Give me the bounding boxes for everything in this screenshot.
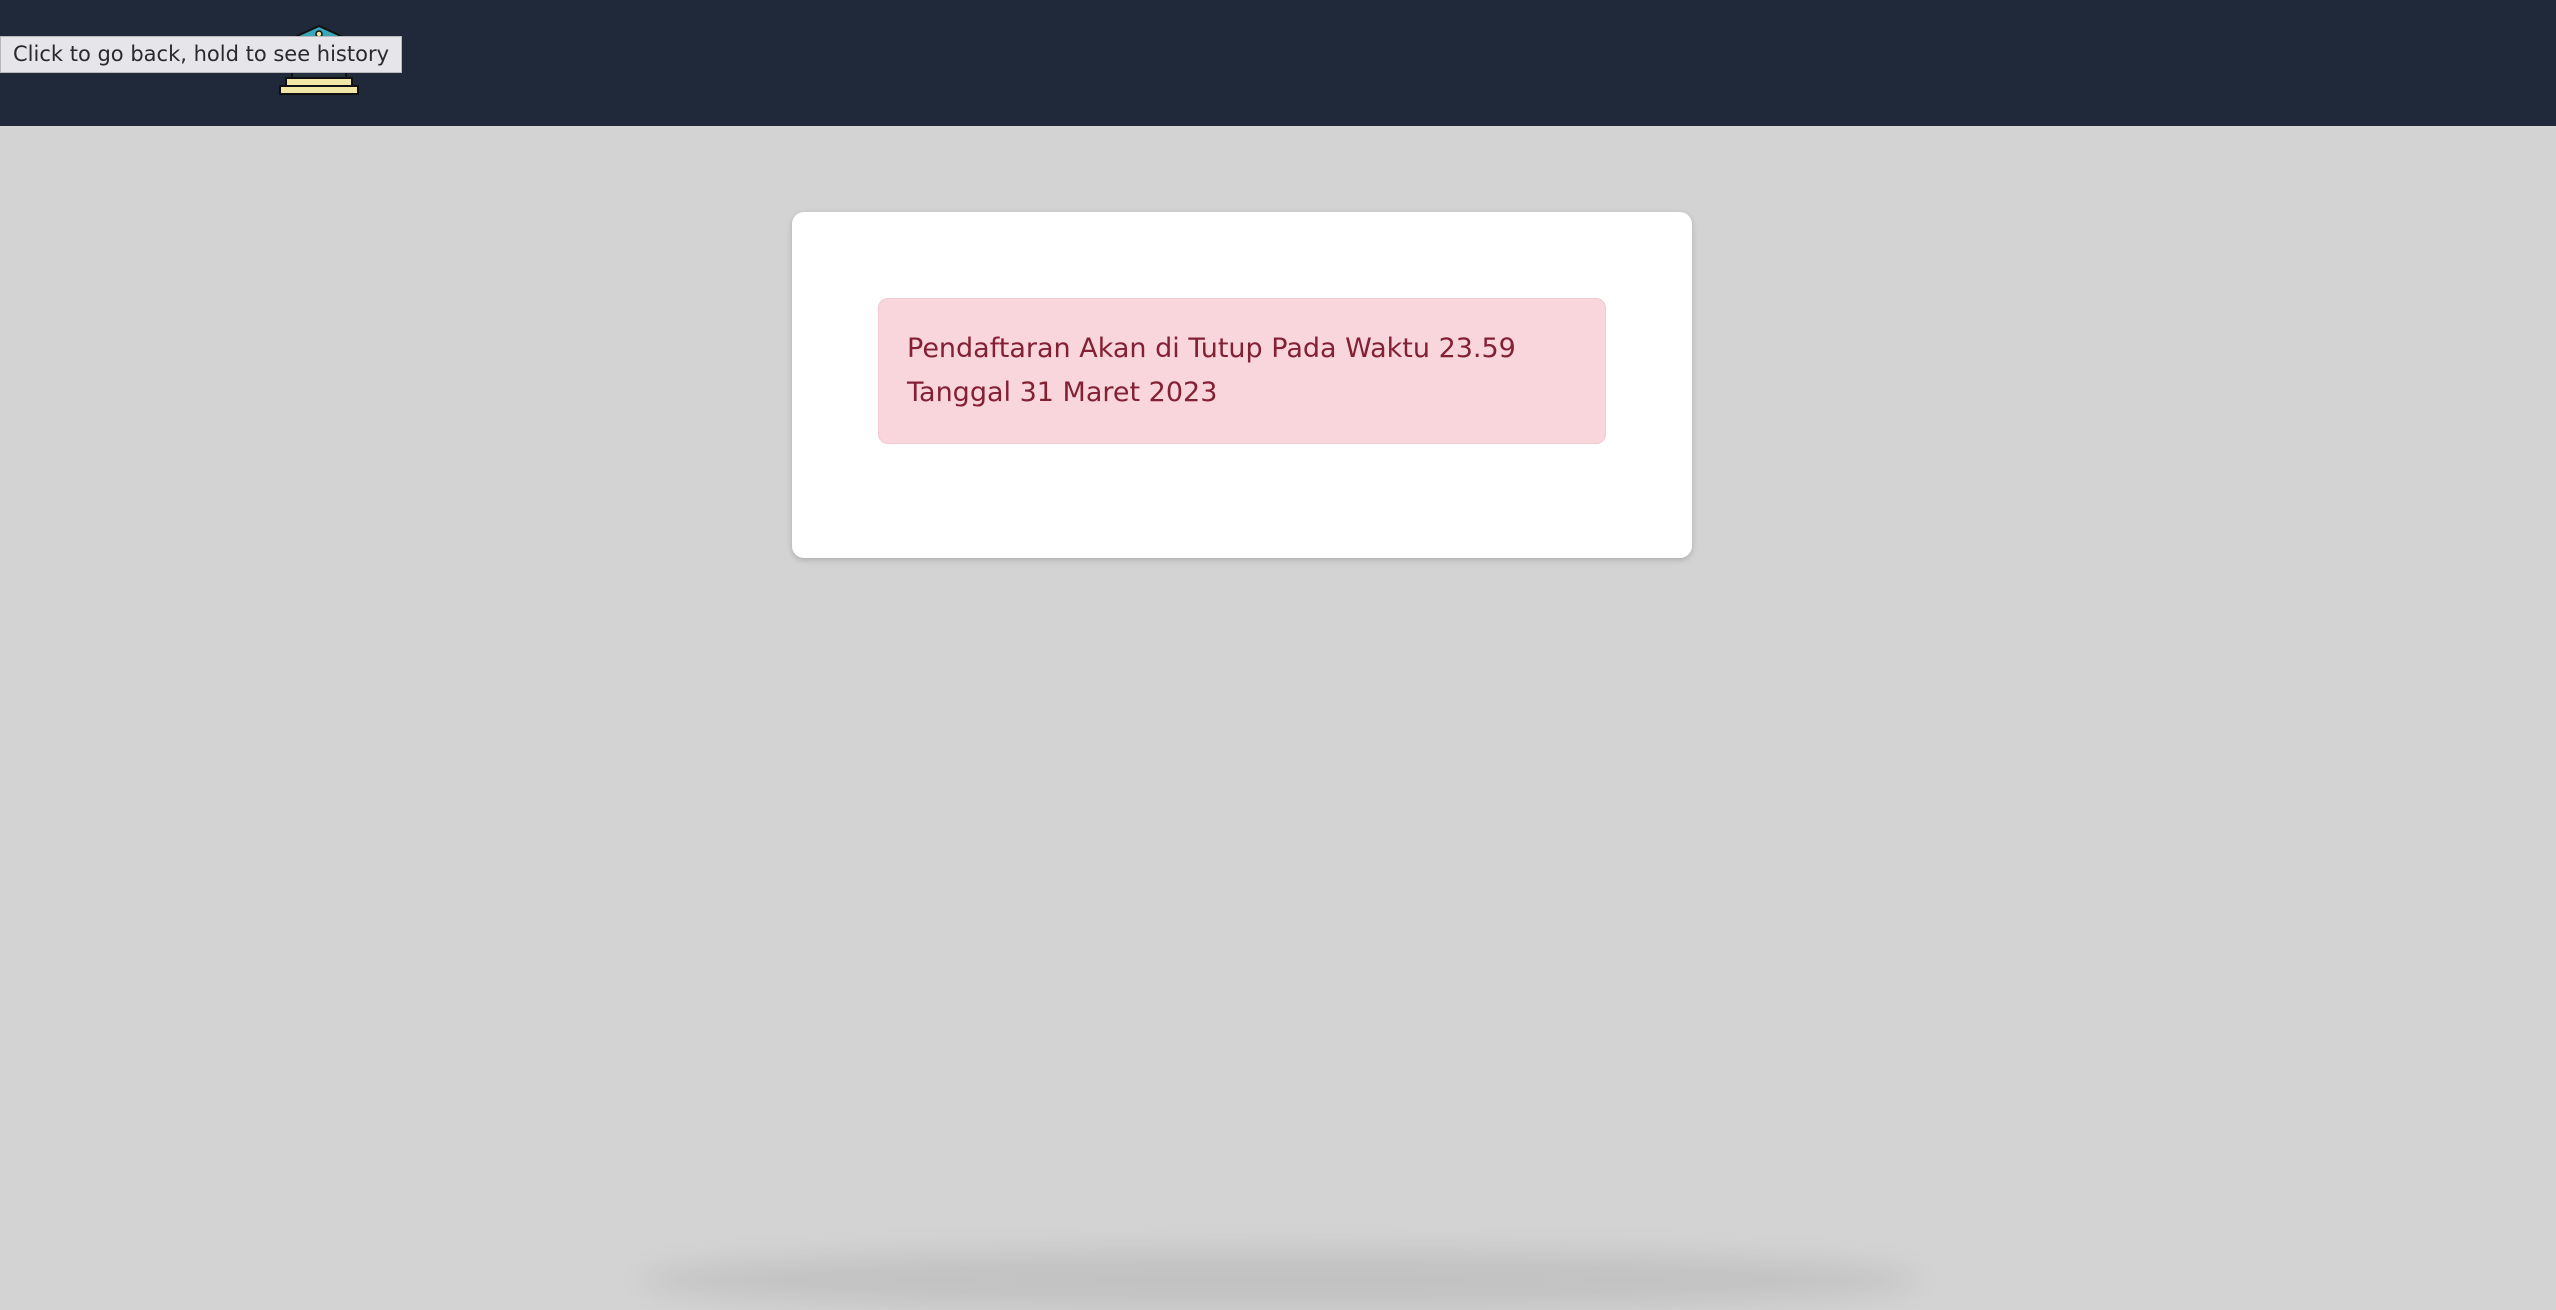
back-button-tooltip: Click to go back, hold to see history bbox=[0, 36, 403, 73]
bottom-shadow bbox=[640, 1250, 1920, 1310]
registration-deadline-alert: Pendaftaran Akan di Tutup Pada Waktu 23.… bbox=[878, 298, 1606, 444]
notice-card: Pendaftaran Akan di Tutup Pada Waktu 23.… bbox=[792, 212, 1692, 558]
